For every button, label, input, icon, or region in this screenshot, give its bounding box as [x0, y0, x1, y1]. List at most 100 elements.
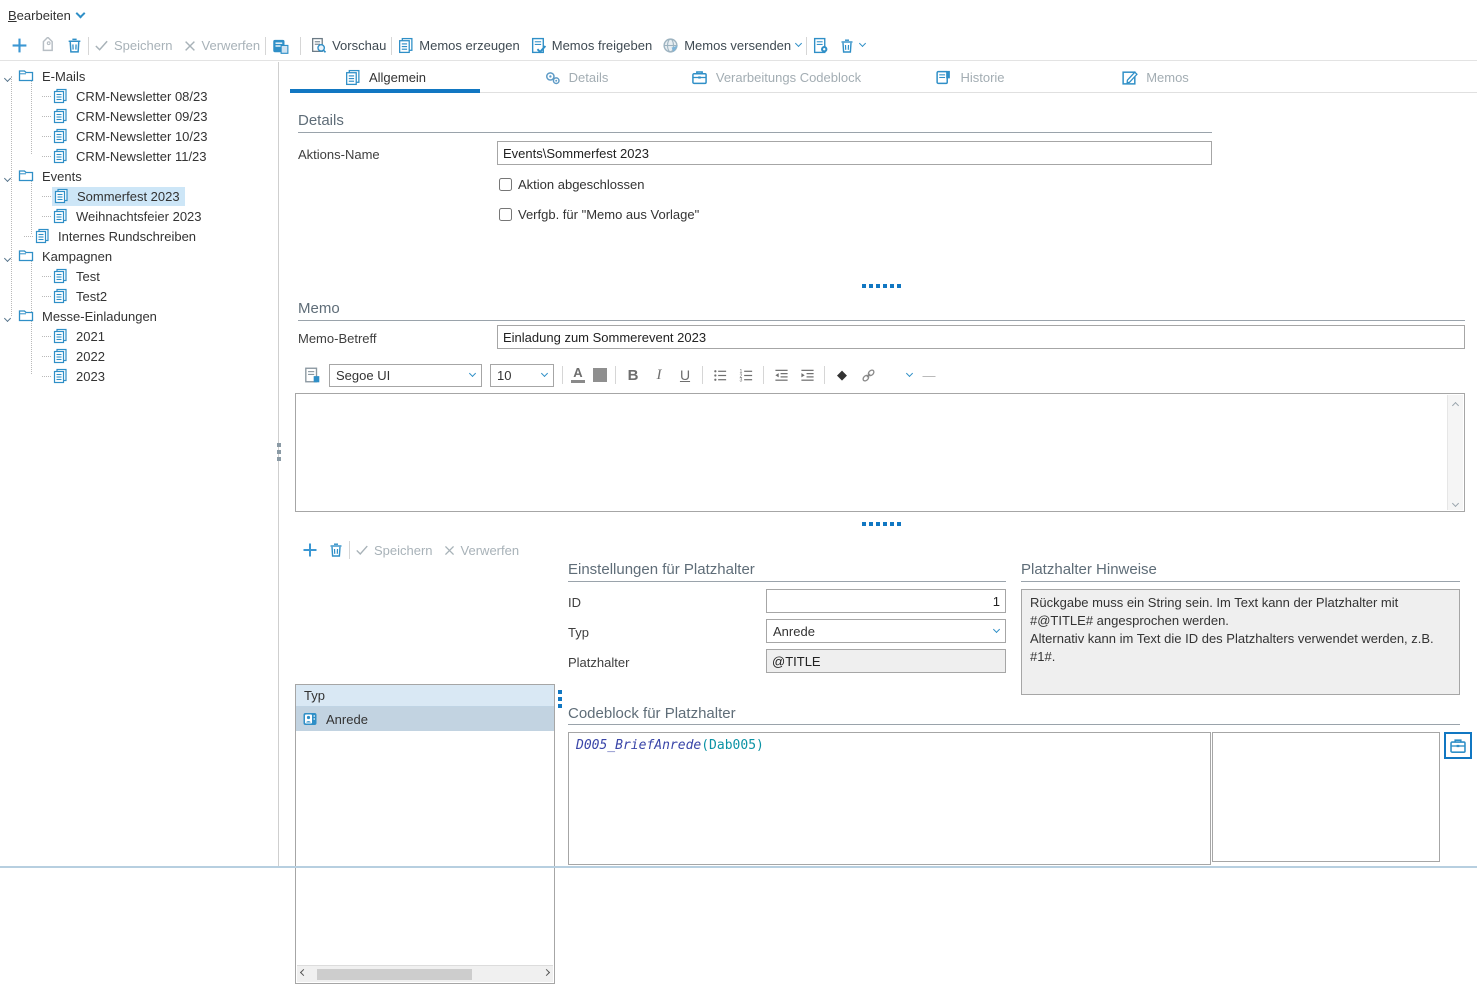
memo-aus-vorlage-checkbox[interactable] [499, 208, 512, 221]
typ-label: Typ [568, 625, 589, 640]
section-divider [298, 320, 1465, 321]
outdent-button[interactable] [772, 364, 790, 386]
tab-memos[interactable]: Memos [1060, 62, 1250, 92]
save-button[interactable]: Speichern [89, 33, 178, 59]
tree-item-kampagnen[interactable]: Kampagnen [0, 246, 278, 266]
section-divider [568, 724, 1460, 725]
preview-button[interactable]: Vorschau [305, 33, 391, 59]
fill-color-button[interactable] [593, 368, 607, 382]
scroll-left-arrow[interactable] [300, 968, 307, 975]
id-input[interactable] [766, 589, 1006, 613]
insert-template-icon[interactable] [303, 366, 321, 384]
section-splitter-handle[interactable] [862, 522, 901, 526]
scroll-down-arrow[interactable] [1452, 500, 1459, 507]
tree-item-internes-rundschreiben[interactable]: Internes Rundschreiben [0, 226, 278, 246]
tag-button[interactable] [33, 33, 61, 59]
add-button[interactable] [6, 33, 33, 59]
typ-row-anrede[interactable]: Anrede [296, 707, 554, 731]
scrollbar-thumb[interactable] [317, 969, 472, 980]
tree-item-crm-newsletter-1123[interactable]: CRM-Newsletter 11/23 [0, 146, 278, 166]
numbered-list-button[interactable] [737, 364, 755, 386]
tree-item-label: Test2 [73, 288, 110, 305]
tree-item-emails[interactable]: E-Mails [0, 66, 278, 86]
memo-vertical-scrollbar[interactable] [1447, 395, 1463, 510]
scroll-right-arrow[interactable] [543, 968, 550, 975]
bullet-list-button[interactable] [711, 364, 729, 386]
codeblock-splitter-handle[interactable] [558, 690, 562, 708]
tree-item-2022[interactable]: 2022 [0, 346, 278, 366]
tree-item-events[interactable]: Events [0, 166, 278, 186]
codeblock-tools-button[interactable] [1444, 732, 1472, 759]
delete-platzhalter-button[interactable] [323, 537, 349, 563]
memo-body-editor[interactable] [295, 393, 1465, 512]
doc-settings-button[interactable] [807, 33, 834, 59]
typ-select[interactable]: Anrede [766, 619, 1006, 643]
add-platzhalter-button[interactable] [297, 537, 323, 563]
memos-release-label: Memos freigeben [552, 38, 652, 53]
toolbar-separator [300, 37, 301, 55]
discard-platzhalter-button[interactable]: Verwerfen [438, 537, 525, 563]
discard-button[interactable]: Verwerfen [178, 33, 266, 59]
font-size-select[interactable]: 10 [490, 364, 554, 387]
bold-button[interactable]: B [624, 364, 642, 386]
tree-item-label: 2021 [73, 328, 108, 345]
tree-item-sommerfest-2023[interactable]: Sommerfest 2023 [0, 186, 278, 206]
link-button[interactable] [859, 364, 877, 386]
indent-button[interactable] [798, 364, 816, 386]
tree-item-weihnachtsfeier-2023[interactable]: Weihnachtsfeier 2023 [0, 206, 278, 226]
menu-bearbeiten[interactable]: Bearbeiten [8, 8, 71, 23]
chevron-down-icon [795, 40, 802, 47]
memo-betreff-input[interactable] [497, 325, 1465, 349]
typ-horizontal-scrollbar[interactable] [297, 965, 553, 982]
codeblock-side-panel[interactable] [1212, 732, 1440, 862]
font-color-button[interactable]: A [571, 367, 585, 383]
tab-historie[interactable]: Historie [880, 62, 1060, 92]
tree-item-test2[interactable]: Test2 [0, 286, 278, 306]
chevron-down-icon[interactable] [906, 369, 913, 376]
underline-button[interactable]: U [676, 364, 694, 386]
delete-dropdown-button[interactable] [834, 33, 870, 59]
chevron-down-icon [469, 369, 476, 376]
symbol-button[interactable]: ◆ [833, 364, 851, 386]
tree-item-messe-einladungen[interactable]: Messe-Einladungen [0, 306, 278, 326]
section-splitter-handle[interactable] [862, 284, 901, 288]
trash-icon [839, 38, 855, 54]
italic-button[interactable]: I [650, 364, 668, 386]
tree-item-crm-newsletter-0823[interactable]: CRM-Newsletter 08/23 [0, 86, 278, 106]
aktions-name-input[interactable] [497, 141, 1212, 165]
expander-icon[interactable] [4, 174, 11, 181]
font-family-select[interactable]: Segoe UI [329, 364, 482, 387]
save-platzhalter-button[interactable]: Speichern [350, 537, 438, 563]
collapse-toolbar-button[interactable]: — [920, 364, 938, 386]
tab-verarbeitungs-codeblock[interactable]: Verarbeitungs Codeblock [672, 62, 880, 92]
memos-create-button[interactable]: Memos erzeugen [392, 33, 524, 59]
indent-icon [800, 368, 815, 383]
font-color-letter: A [573, 367, 582, 379]
tab-details[interactable]: Details [480, 62, 672, 92]
expander-icon[interactable] [4, 314, 11, 321]
typ-column-header[interactable]: Typ [296, 685, 554, 707]
codeblock-editor[interactable]: D005_BriefAnrede(Dab005) [568, 732, 1211, 865]
database-icon [271, 37, 289, 55]
navigation-tree: E-Mails CRM-Newsletter 08/23 CRM-Newslet… [0, 62, 279, 866]
expander-icon[interactable] [4, 74, 11, 81]
database-button[interactable] [266, 33, 294, 59]
outdent-icon [774, 368, 789, 383]
pane-splitter-handle[interactable] [277, 443, 281, 461]
scroll-up-arrow[interactable] [1452, 402, 1459, 409]
delete-button[interactable] [61, 33, 88, 59]
tab-allgemein[interactable]: Allgemein [290, 62, 480, 92]
expander-icon[interactable] [4, 254, 11, 261]
document-icon [52, 208, 68, 224]
memos-release-button[interactable]: Memos freigeben [525, 33, 657, 59]
toolbar-separator [562, 366, 563, 384]
tree-item-test[interactable]: Test [0, 266, 278, 286]
tree-item-2021[interactable]: 2021 [0, 326, 278, 346]
aktion-abgeschlossen-checkbox[interactable] [499, 178, 512, 191]
document-icon [52, 328, 68, 344]
tree-item-crm-newsletter-1023[interactable]: CRM-Newsletter 10/23 [0, 126, 278, 146]
tree-item-2023[interactable]: 2023 [0, 366, 278, 386]
tree-item-crm-newsletter-0923[interactable]: CRM-Newsletter 09/23 [0, 106, 278, 126]
toolbar-separator [615, 366, 616, 384]
memos-send-button[interactable]: Memos versenden [657, 33, 806, 59]
